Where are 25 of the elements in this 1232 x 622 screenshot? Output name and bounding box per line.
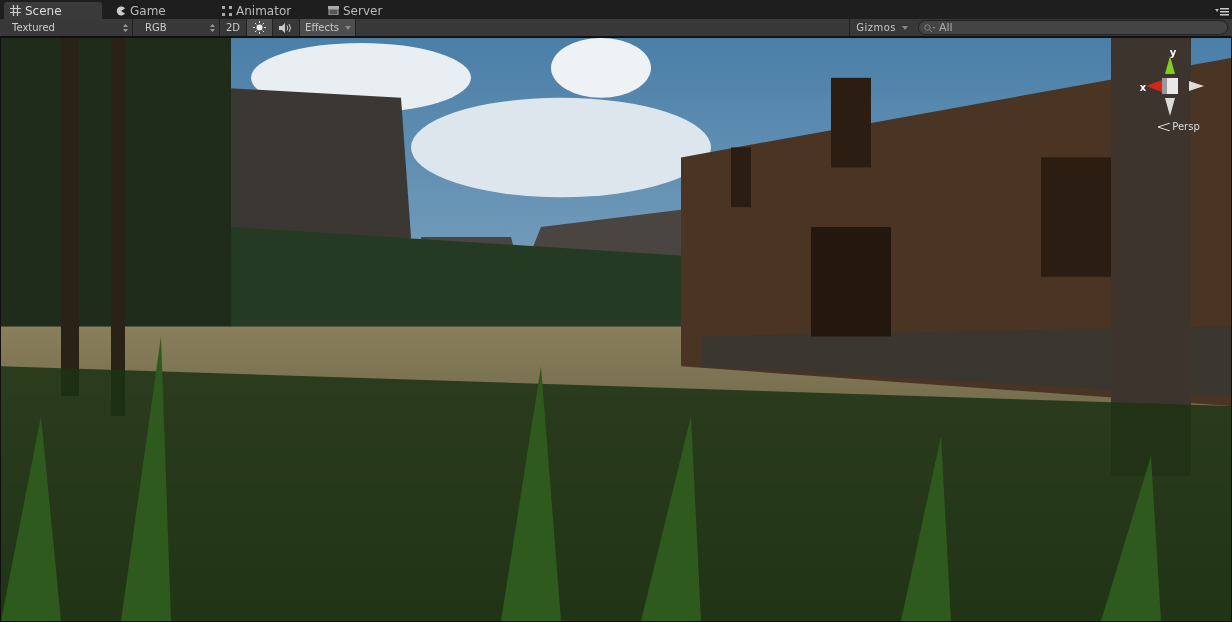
tab[interactable]: Scene <box>4 2 102 19</box>
axis-label: x <box>1139 82 1147 93</box>
projection-label[interactable]: Persp <box>1158 121 1200 132</box>
tray-icon <box>328 6 339 15</box>
dropdown[interactable]: Textured <box>0 19 133 36</box>
axis-label: y <box>1169 47 1177 58</box>
dropdown[interactable]: RGB <box>133 19 220 36</box>
lighting-toggle-button[interactable] <box>247 19 274 36</box>
menu-icon[interactable] <box>1215 7 1229 16</box>
sun-icon <box>253 21 267 34</box>
updown-arrows-icon <box>123 23 128 32</box>
search-field[interactable]: All <box>918 20 1228 35</box>
grid-icon <box>10 5 21 16</box>
tab[interactable]: Server <box>322 2 420 19</box>
gizmos-dropdown[interactable]: Gizmos <box>849 19 914 36</box>
updown-arrows-icon <box>210 23 215 32</box>
pacman-icon <box>116 5 126 16</box>
perspective-icon <box>1158 122 1171 131</box>
caret-icon <box>345 25 352 30</box>
speaker-icon <box>279 21 294 34</box>
nodes-icon <box>222 5 232 16</box>
tab[interactable]: Game <box>110 2 208 19</box>
tab[interactable]: Animator <box>216 2 314 19</box>
effects-dropdown[interactable]: Effects <box>300 19 357 36</box>
caret-icon <box>902 25 908 30</box>
